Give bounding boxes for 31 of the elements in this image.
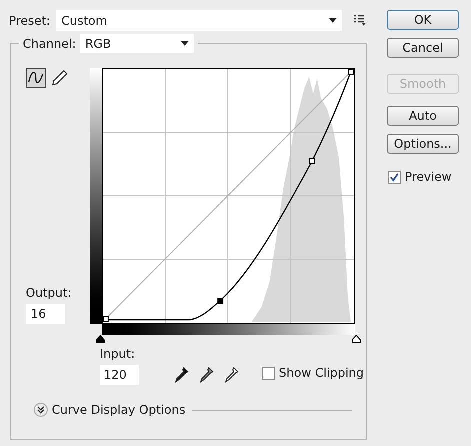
checkbox[interactable] [262,366,275,380]
shadow-slider-handle[interactable] [96,335,105,343]
output-label: Output: [26,285,73,302]
caret-icon [181,41,190,46]
auto-button[interactable]: Auto [387,106,459,126]
preset-label: Preset: [9,12,50,30]
highlight-slider-handle[interactable] [352,335,361,343]
preset-dropdown[interactable]: Custom [56,10,342,31]
curve-display-options-label: Curve Display Options [52,402,186,419]
eyedropper-icon[interactable] [174,366,190,384]
channel-dropdown[interactable]: RGB [80,34,194,53]
eyedropper-icon[interactable] [224,366,240,384]
input-field[interactable]: 120 [100,365,139,385]
menu-icon[interactable] [354,15,366,26]
output-field[interactable]: 16 [26,304,65,324]
channel-label: Channel: [23,36,76,52]
show-clipping-label: Show Clipping [279,365,364,382]
input-label: Input: [100,346,136,363]
caret-icon [329,18,338,23]
curve-graph[interactable] [102,68,355,324]
chevron-icon [37,406,45,414]
pencil-tool[interactable] [50,68,70,88]
options-button[interactable]: Options... [387,134,459,154]
expand-toggle[interactable] [34,403,48,417]
check-icon [390,172,399,182]
eyedropper-icon[interactable] [199,366,215,384]
checkbox[interactable] [388,170,401,184]
preview-label: Preview [405,169,452,186]
cancel-button[interactable]: Cancel [387,38,459,58]
ok-button[interactable]: OK [387,10,459,30]
curve-tool[interactable] [26,68,46,88]
